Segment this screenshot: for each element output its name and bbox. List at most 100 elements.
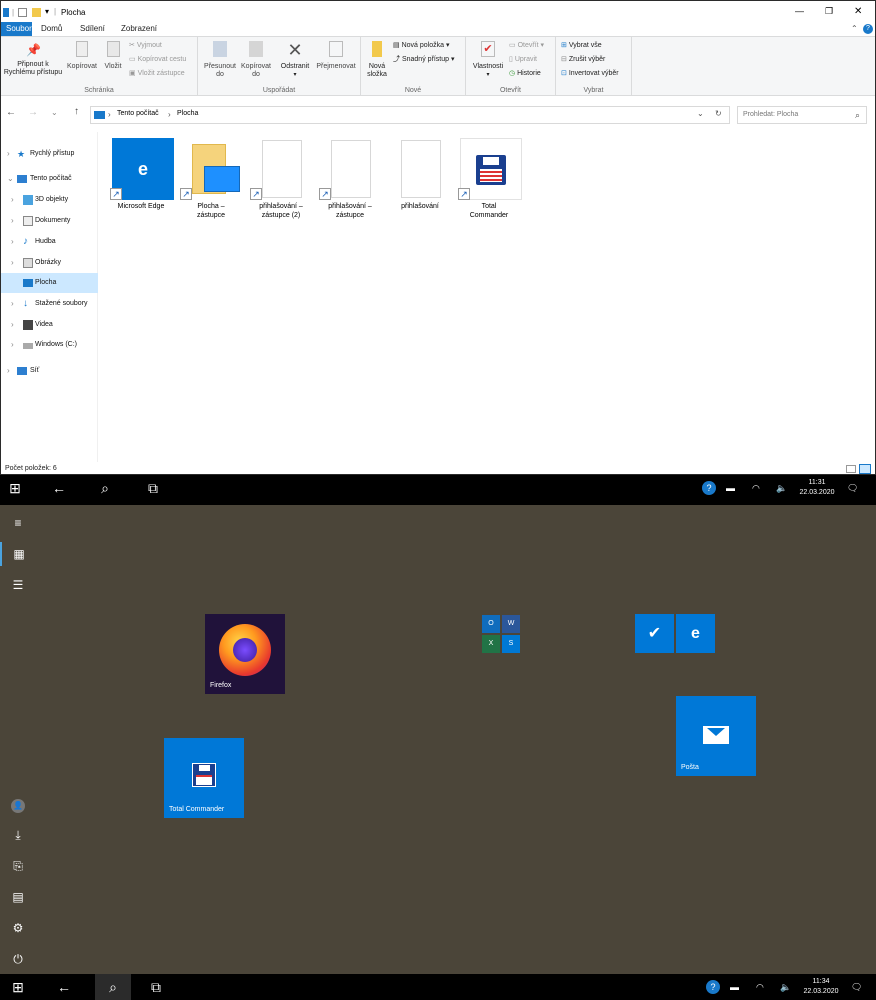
delete-button[interactable]: ✕ Odstranit ▾ (276, 41, 314, 79)
tab-soubor[interactable]: Soubor (1, 22, 32, 36)
clock[interactable]: 11:31 22.03.2020 (795, 478, 839, 498)
tab-zobrazeni[interactable]: Zobrazení (116, 22, 162, 36)
windows-start-icon[interactable]: ⊞ (3, 974, 33, 1000)
file-item-prihlasovani-shortcut-2[interactable]: ↗ přihlašování – zástupce (2) (248, 138, 314, 220)
select-none-button[interactable]: ⊟ Zrušit výběr (561, 55, 605, 65)
file-item-total-commander[interactable]: ↗ Total Commander (456, 138, 522, 220)
clock[interactable]: 11:34 22.03.2020 (799, 977, 843, 997)
search-icon[interactable]: ⌕ (90, 475, 120, 501)
large-icons-view-icon[interactable] (859, 464, 871, 474)
documents-icon[interactable]: ⎘ (0, 854, 36, 878)
rename-button[interactable]: Přejmenovat (314, 41, 358, 71)
task-view-icon[interactable]: ⧉ (141, 974, 171, 1000)
nav-item-pictures[interactable]: › Obrázky (1, 253, 98, 273)
nav-item-quick-access[interactable]: › ★ Rychlý přístup (1, 144, 98, 164)
copy-button[interactable]: Kopírovat (65, 41, 99, 71)
back-arrow-icon[interactable]: ← (44, 475, 74, 501)
minimize-button[interactable]: — (795, 6, 804, 16)
power-icon[interactable]: ⏻ (0, 947, 36, 971)
move-to-button[interactable]: Přesunout do (201, 41, 239, 79)
open-button[interactable]: ▭ Otevřít ▾ (509, 41, 544, 51)
select-all-icon: ⊞ (561, 42, 567, 49)
paste-label: Vložit (104, 63, 122, 70)
wifi-icon[interactable]: ◠ (756, 974, 764, 1000)
user-avatar-icon[interactable]: 👤 (0, 792, 36, 816)
tile-todo[interactable]: ✔ (635, 614, 674, 653)
volume-icon[interactable]: 🔈 (780, 974, 791, 1000)
wifi-icon[interactable]: ◠ (752, 475, 760, 501)
hamburger-menu-icon[interactable]: ≡ (0, 511, 36, 535)
new-item-button[interactable]: ▤ Nová položka ▾ (393, 41, 449, 51)
recent-locations-icon[interactable]: ⌄ (51, 108, 58, 117)
file-item-edge[interactable]: e ↗ Microsoft Edge (108, 138, 174, 211)
help-tray-icon[interactable]: ? (702, 481, 716, 495)
nav-item-documents[interactable]: › Dokumenty (1, 211, 98, 231)
new-folder-qat-icon[interactable] (32, 8, 41, 17)
nav-item-desktop[interactable]: Plocha (1, 273, 98, 293)
pin-quick-access-button[interactable]: 📌 Připnout k Rychlému přístupu (1, 43, 65, 77)
address-dropdown-icon[interactable]: ⌄ (697, 109, 704, 118)
history-button[interactable]: ◷ Historie (509, 69, 541, 79)
file-item-prihlasovani-shortcut[interactable]: ↗ přihlašování – zástupce (317, 138, 383, 220)
easy-access-button[interactable]: ⤴ Snadný přístup ▾ (393, 55, 455, 65)
nav-item-this-pc[interactable]: ⌄ Tento počítač (1, 169, 98, 189)
nav-item-downloads[interactable]: › ↓ Stažené soubory (1, 294, 98, 314)
nav-item-3d-objects[interactable]: › 3D objekty (1, 190, 98, 210)
help-icon[interactable]: ? (863, 24, 873, 34)
tile-office-folder[interactable]: O W X S (481, 614, 521, 654)
battery-icon[interactable]: ▬ (730, 974, 739, 1000)
all-apps-list-icon[interactable]: ☰ (0, 573, 36, 597)
task-view-icon[interactable]: ⧉ (138, 475, 168, 501)
collapse-ribbon-icon[interactable]: ⌃ (851, 24, 858, 33)
nav-item-windows-c[interactable]: › Windows (C:) (1, 335, 98, 355)
tile-total-commander[interactable]: Total Commander (164, 738, 244, 818)
properties-qat-icon[interactable] (18, 8, 27, 17)
copy-to-button[interactable]: Kopírovat do (238, 41, 274, 79)
properties-button[interactable]: ✔ Vlastnosti ▾ (469, 41, 507, 79)
forward-arrow-icon[interactable]: → (28, 107, 38, 118)
tile-edge[interactable]: e (676, 614, 715, 653)
breadcrumb-plocha[interactable]: Plocha (177, 110, 198, 117)
windows-start-icon[interactable]: ⊞ (0, 475, 30, 501)
paste-shortcut-button[interactable]: ▣ Vložit zástupce (129, 69, 185, 79)
delete-dropdown-icon: ▾ (293, 72, 297, 78)
notifications-icon[interactable]: 🗨 (847, 475, 858, 501)
qat-dropdown-icon[interactable]: ▾ (45, 7, 49, 16)
cut-button[interactable]: ✂ Vyjmout (129, 41, 162, 51)
search-input[interactable]: Prohledat: Plocha ⌕ (737, 106, 867, 124)
details-view-icon[interactable] (846, 465, 856, 473)
battery-icon[interactable]: ▬ (726, 475, 735, 501)
refresh-icon[interactable]: ↻ (715, 109, 722, 118)
tile-firefox[interactable]: Firefox (205, 614, 285, 694)
settings-gear-icon[interactable]: ⚙ (0, 916, 36, 940)
up-arrow-icon[interactable]: ↑ (74, 106, 79, 117)
maximize-button[interactable]: ❐ (825, 6, 833, 17)
file-item-prihlasovani[interactable]: přihlašování (387, 138, 453, 211)
new-folder-button[interactable]: Nová složka (364, 41, 390, 79)
edit-button[interactable]: ▯ Upravit (509, 55, 537, 65)
nav-item-music[interactable]: › ♪ Hudba (1, 232, 98, 252)
file-item-plocha-shortcut[interactable]: ↗ Plocha – zástupce (178, 138, 244, 220)
help-tray-icon[interactable]: ? (706, 980, 720, 994)
paste-button[interactable]: Vložit (101, 41, 125, 71)
tab-sdileni[interactable]: Sdílení (75, 22, 110, 36)
tile-mail[interactable]: Pošta (676, 696, 756, 776)
tab-domu[interactable]: Domů (36, 22, 67, 36)
downloads-icon[interactable]: ⤓ (0, 823, 36, 847)
search-icon[interactable]: ⌕ (95, 974, 131, 1000)
nav-item-videos[interactable]: › Videa (1, 315, 98, 335)
pinned-tiles-icon[interactable]: ▦ (0, 542, 36, 566)
notifications-icon[interactable]: 🗨 (851, 974, 862, 1000)
back-arrow-icon[interactable]: ← (49, 974, 79, 1000)
select-all-button[interactable]: ⊞ Vybrat vše (561, 41, 602, 51)
file-explorer-icon[interactable]: ▤ (0, 885, 36, 909)
back-arrow-icon[interactable]: ← (6, 107, 16, 118)
copy-path-button[interactable]: ▭ Kopírovat cestu (129, 55, 186, 65)
close-button[interactable]: ✕ (854, 6, 862, 17)
clock-date: 22.03.2020 (799, 489, 835, 496)
nav-item-network[interactable]: › Síť (1, 361, 98, 381)
volume-icon[interactable]: 🔈 (776, 475, 787, 501)
invert-selection-button[interactable]: ⊡ Invertovat výběr (561, 69, 619, 79)
address-bar[interactable]: › Tento počítač › Plocha ⌄ ↻ (90, 106, 730, 124)
breadcrumb-tento-pocitac[interactable]: Tento počítač (117, 110, 159, 117)
